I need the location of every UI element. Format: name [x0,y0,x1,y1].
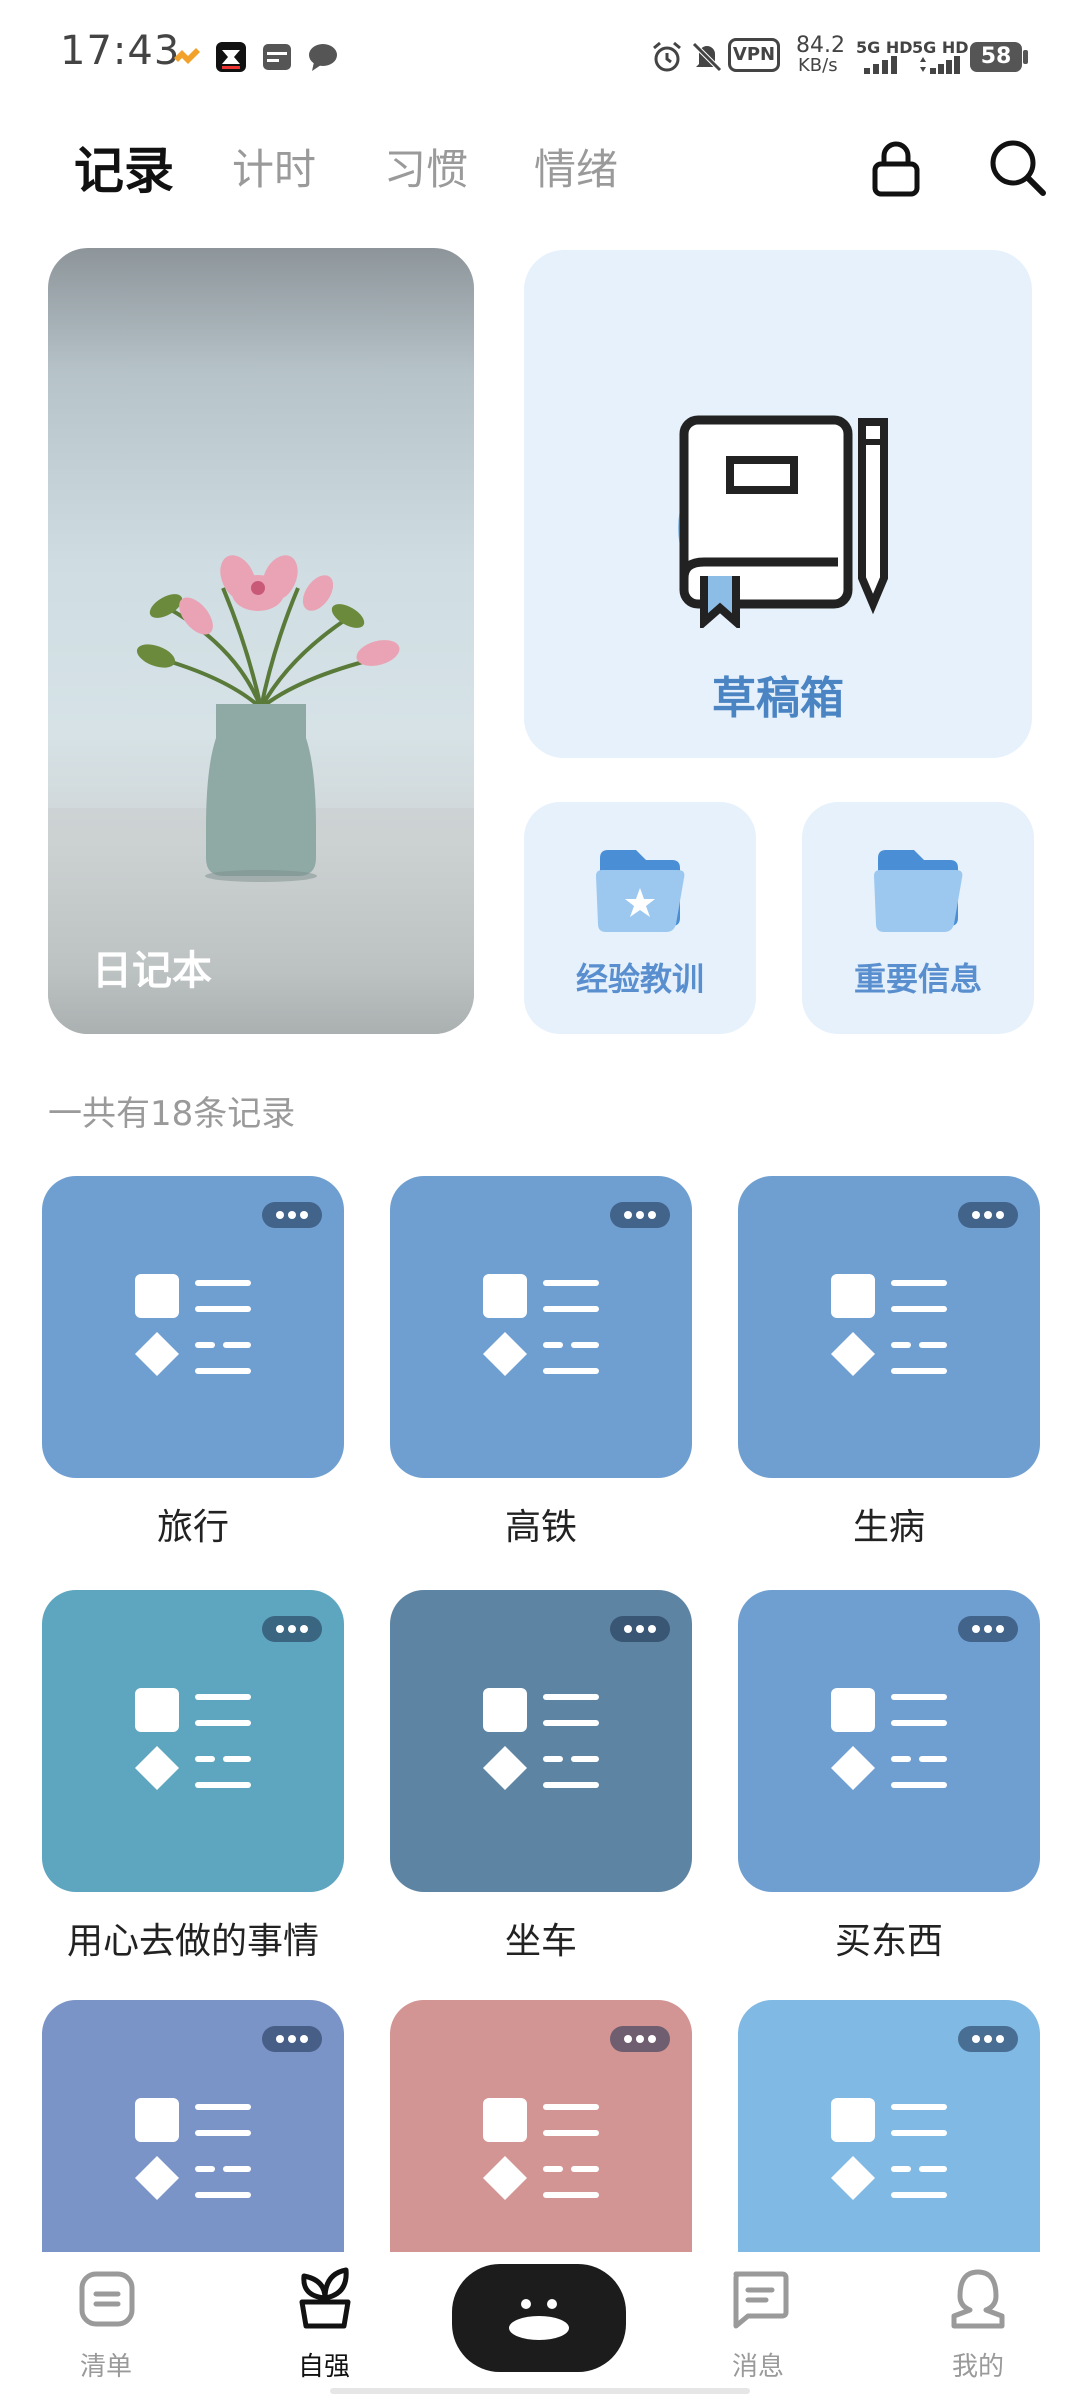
list-icon [79,2271,135,2327]
more-options-icon[interactable] [262,1202,322,1228]
record-tile[interactable] [738,1176,1040,1478]
checklist-icon [831,1274,947,1376]
record-count: 一共有18条记录 [48,1094,296,1134]
record-tile-label: 旅行 [156,1507,229,1548]
lessons-label: 经验教训 [575,960,704,998]
more-options-icon[interactable] [958,1616,1018,1642]
more-options-icon[interactable] [610,2026,670,2052]
mute-icon [692,42,722,72]
vpn-badge: VPN [728,38,780,72]
more-options-icon[interactable] [958,1202,1018,1228]
nav-item-self-improve[interactable]: 自强 [264,2252,384,2392]
nav-item-messages[interactable]: 消息 [698,2252,818,2392]
tab-mood[interactable]: 情绪 [534,136,618,197]
message-icon [309,44,337,71]
status-bar: 17:43 VPN 84.2 KB/s 5G HD 5G HD 58 [0,0,1080,110]
checklist-icon [135,1688,251,1790]
drafts-label: 草稿箱 [712,673,844,724]
battery-indicator: 58 [970,42,1022,72]
more-options-icon[interactable] [262,1616,322,1642]
tab-records[interactable]: 记录 [74,131,174,203]
nav-label-list: 清单 [79,2352,132,2382]
chat-icon [733,2271,789,2329]
checklist-icon [483,1274,599,1376]
profile-icon [951,2269,1005,2329]
nav-item-list[interactable]: 清单 [46,2252,166,2392]
tab-habits[interactable]: 习惯 [384,136,468,197]
more-options-icon[interactable] [262,2026,322,2052]
app-icon-orange [174,48,200,64]
more-options-icon[interactable] [610,1202,670,1228]
record-tile[interactable] [738,1590,1040,1892]
record-tile[interactable] [42,1176,344,1478]
alarm-icon [653,41,681,72]
record-tile[interactable] [390,1176,692,1478]
checklist-icon [831,1688,947,1790]
checklist-icon [135,1274,251,1376]
folder-star-icon [596,850,685,932]
lock-icon[interactable] [870,140,922,198]
battery-tip [1023,50,1028,64]
status-time: 17:43 [60,28,181,74]
record-tile-label: 高铁 [504,1507,577,1548]
more-options-icon[interactable] [610,1616,670,1642]
nav-label-profile: 我的 [951,2352,1004,2382]
important-info-label: 重要信息 [853,960,982,998]
important-info-card[interactable]: 重要信息 [802,802,1034,1034]
lessons-card[interactable]: 经验教训 [524,802,756,1034]
network-speed-unit: KB/s [798,55,838,76]
checklist-icon [483,1688,599,1790]
nav-label-messages: 消息 [731,2352,784,2382]
center-action-button[interactable] [452,2264,626,2372]
folder-icon [874,850,963,932]
signal-1-icon [864,56,897,74]
flower-vase-illustration [48,555,474,1034]
signal-2-icon [920,56,960,74]
signal-1-label: 5G HD [856,38,913,57]
sprout-icon [299,2267,351,2329]
notebook-pencil-icon [678,415,888,628]
checklist-icon [483,2098,599,2200]
record-tile[interactable] [390,1590,692,1892]
record-tile-label: 生病 [852,1507,925,1548]
diary-card[interactable]: 日记本 [48,248,474,1034]
record-tile-label: 买东西 [834,1921,943,1962]
signal-2-label: 5G HD [912,38,969,57]
nav-item-profile[interactable]: 我的 [918,2252,1038,2392]
network-speed-value: 84.2 [796,33,845,58]
face-icon [509,2299,569,2340]
app-icon-capcut [216,42,246,72]
app-icon-card [263,44,291,70]
tab-timer[interactable]: 计时 [232,136,316,197]
nav-label-self-improve: 自强 [297,2352,350,2382]
search-icon[interactable] [988,138,1048,198]
record-tile-label: 坐车 [504,1921,577,1962]
home-indicator [330,2388,750,2394]
checklist-icon [831,2098,947,2200]
more-options-icon[interactable] [958,2026,1018,2052]
diary-label: 日记本 [92,948,212,994]
record-tile[interactable] [42,1590,344,1892]
checklist-icon [135,2098,251,2200]
drafts-card[interactable]: 草稿箱 [524,250,1032,758]
record-tile-label: 用心去做的事情 [66,1921,319,1962]
